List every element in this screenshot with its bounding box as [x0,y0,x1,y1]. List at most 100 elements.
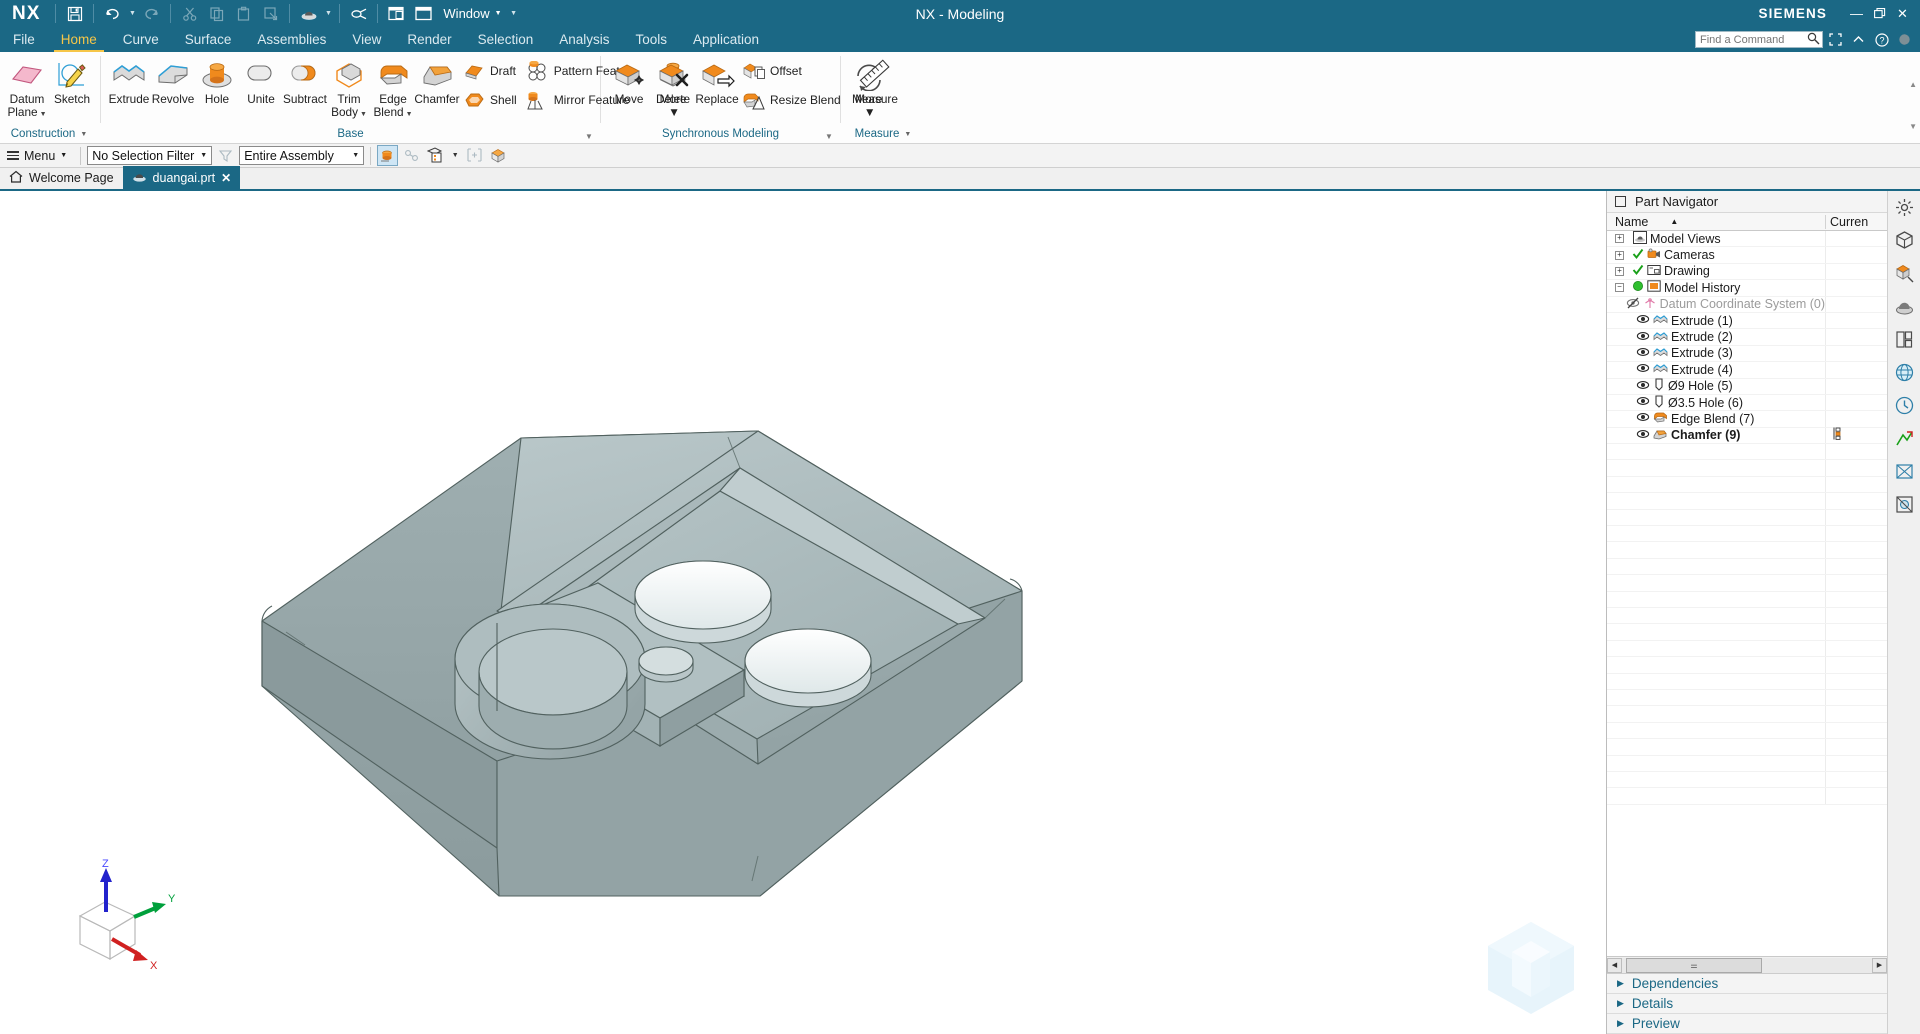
help-icon[interactable]: ? [1871,30,1892,50]
chevron-down-icon[interactable]: ▼ [348,147,363,164]
chevron-down-icon[interactable]: ▼ [904,126,911,143]
trim-body-button[interactable]: Trim Body ▼ [327,55,371,123]
scroll-left-icon[interactable]: ◀ [1607,957,1622,973]
visible-eye-icon[interactable] [1636,411,1650,426]
column-header-name[interactable]: Name [1615,215,1648,229]
move-face-button[interactable]: Move [607,55,651,108]
edge-blend-button[interactable]: Edge Blend ▼ [371,55,415,123]
tab-view[interactable]: View [339,27,394,52]
constraint-navigator-icon[interactable] [1891,260,1918,287]
orientation-triad[interactable]: Z Y X [60,856,180,979]
delete-face-button[interactable]: Delete [651,55,695,108]
close-icon[interactable]: ✕ [221,171,231,185]
reuse-library-icon[interactable] [1891,293,1918,320]
tab-duangai-prt[interactable]: duangai.prt ✕ [122,166,241,189]
chamfer-button[interactable]: Chamfer [414,55,460,108]
sync-group-expander-icon[interactable]: ▼ [822,130,836,142]
expand-icon[interactable]: + [1615,234,1624,244]
tree-row-cameras[interactable]: + Cameras [1607,247,1887,264]
within-work-part-icon[interactable] [464,145,485,166]
object-display-icon[interactable] [295,2,322,26]
tab-selection[interactable]: Selection [465,27,547,52]
erase-icon[interactable] [345,2,372,26]
qat-more-icon[interactable] [508,2,520,26]
tab-assemblies[interactable]: Assemblies [244,27,339,52]
scroll-right-icon[interactable]: ▶ [1872,957,1887,973]
visible-eye-icon[interactable] [1636,313,1650,328]
close-button[interactable]: ✕ [1891,2,1914,26]
measure-button[interactable]: Measure [847,55,903,108]
hole-button[interactable]: Hole [195,55,239,108]
object-display-dropdown-icon[interactable] [322,2,334,26]
scroll-track[interactable]: ⚌ [1622,957,1872,973]
hidden-eye-icon[interactable] [1626,297,1640,312]
resize-blend-button[interactable]: Resize Blend [739,86,847,114]
part-navigator-icon[interactable] [1891,227,1918,254]
tree-row-model-history[interactable]: − Model History [1607,280,1887,297]
visible-eye-icon[interactable] [1636,379,1650,394]
select-body-icon[interactable] [488,145,509,166]
tree-row-hole-9[interactable]: Ø9 Hole (5) [1607,378,1887,395]
revolve-button[interactable]: Revolve [151,55,195,108]
assembly-navigator-icon[interactable] [1891,194,1918,221]
window-tile-icon[interactable] [383,2,410,26]
menu-button[interactable]: Menu ▼ [3,146,74,166]
draft-button[interactable]: Draft [459,57,523,85]
selection-scope-combo[interactable]: Entire Assembly ▼ [239,146,365,165]
web-browser-icon[interactable] [1891,359,1918,386]
sketch-button[interactable]: Sketch [50,55,94,108]
extrude-button[interactable]: Extrude [107,55,151,108]
chevron-down-icon[interactable]: ▼ [80,126,87,143]
visible-eye-icon[interactable] [1636,330,1650,345]
minimize-button[interactable]: — [1845,2,1868,26]
offset-region-button[interactable]: Offset [739,57,847,85]
tree-row-hole-35[interactable]: Ø3.5 Hole (6) [1607,394,1887,412]
window-menu-button[interactable]: Window ▼ [437,6,507,21]
feature-selection-dropdown-icon[interactable] [449,144,461,168]
tab-home[interactable]: Home [48,27,110,52]
visible-eye-icon[interactable] [1636,428,1650,443]
tree-row-chamfer[interactable]: Chamfer (9) [1607,427,1887,445]
search-input[interactable] [1700,33,1807,46]
selection-filter-combo[interactable]: No Selection Filter ▼ [87,146,213,165]
fullscreen-icon[interactable] [1825,30,1846,50]
chevron-down-icon[interactable]: ▼ [406,111,413,118]
search-icon[interactable] [1807,32,1820,48]
visible-eye-icon[interactable] [1636,395,1650,410]
tab-curve[interactable]: Curve [110,27,172,52]
save-icon[interactable] [61,2,88,26]
roles-icon[interactable] [1891,458,1918,485]
part-navigator-hscrollbar[interactable]: ◀ ⚌ ▶ [1607,957,1887,974]
tab-analysis[interactable]: Analysis [546,27,622,52]
collapse-icon[interactable]: − [1615,283,1624,293]
tab-welcome-page[interactable]: Welcome Page [0,166,123,189]
collapse-ribbon-icon[interactable] [1848,30,1869,50]
tree-row-extrude-3[interactable]: Extrude (3) [1607,345,1887,363]
search-input-wrapper[interactable] [1695,31,1823,48]
panel-pin-icon[interactable] [1615,196,1626,207]
tab-application[interactable]: Application [680,27,772,52]
column-header-current[interactable]: Curren [1825,214,1887,229]
subtract-button[interactable]: Subtract [283,55,327,108]
history-icon[interactable] [1891,392,1918,419]
general-selection-filter-icon[interactable] [377,145,399,166]
shell-button[interactable]: Shell [459,86,523,114]
expand-icon[interactable]: + [1615,250,1624,260]
tree-row-extrude-1[interactable]: Extrude (1) [1607,312,1887,330]
chevron-down-icon[interactable]: ▼ [360,111,367,118]
ribbon-scroll-up-icon[interactable]: ▲ [1909,80,1917,89]
visible-eye-icon[interactable] [1636,362,1650,377]
process-studio-icon[interactable] [1891,425,1918,452]
account-icon[interactable] [1894,30,1915,50]
base-group-expander-icon[interactable]: ▼ [582,130,596,142]
tree-row-extrude-2[interactable]: Extrude (2) [1607,329,1887,346]
chevron-down-icon[interactable]: ▼ [40,111,47,118]
window-icon[interactable] [410,2,437,26]
filter-reset-icon[interactable] [215,145,236,166]
chevron-down-icon[interactable]: ▼ [196,147,211,164]
undo-icon[interactable] [99,2,126,26]
tree-row-edge-blend[interactable]: Edge Blend (7) [1607,411,1887,428]
section-dependencies[interactable]: ▶ Dependencies [1607,974,1887,994]
datum-plane-button[interactable]: Datum Plane ▼ [4,55,50,123]
feature-selection-icon[interactable] [425,145,446,166]
